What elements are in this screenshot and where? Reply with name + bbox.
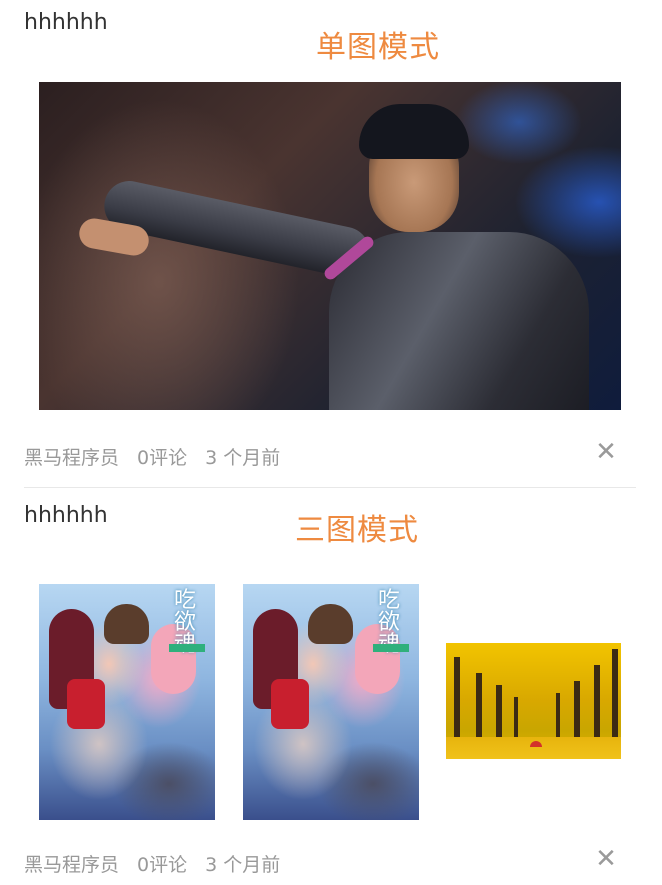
image-detail <box>496 685 502 743</box>
article-title[interactable]: hhhhhh <box>24 503 108 528</box>
article-image-concert[interactable] <box>39 82 621 410</box>
cover-badge <box>373 644 409 652</box>
cover-badge <box>169 644 205 652</box>
article-image-trees[interactable] <box>446 643 621 759</box>
mode-label: 单图模式 <box>316 30 440 65</box>
article-image-anime-2[interactable]: 吃欲魂 <box>243 584 419 820</box>
article-meta: 黑马程序员 0评论 3 个月前 <box>24 443 298 470</box>
image-detail <box>67 679 105 729</box>
mode-label: 三图模式 <box>295 513 419 548</box>
close-icon[interactable]: ✕ <box>594 846 618 872</box>
publish-time: 3 个月前 <box>205 447 281 469</box>
image-detail <box>612 649 618 743</box>
image-detail <box>556 693 560 743</box>
image-detail <box>476 673 482 743</box>
image-detail <box>594 665 600 743</box>
image-detail <box>271 679 309 729</box>
article-item-single[interactable]: hhhhhh 单图模式 黑马程序员 0评论 3 个月前 ✕ <box>0 0 662 488</box>
image-detail <box>359 104 469 159</box>
close-icon[interactable]: ✕ <box>594 439 618 465</box>
image-detail <box>308 604 353 644</box>
author-name: 黑马程序员 <box>24 447 120 469</box>
image-detail <box>574 681 580 743</box>
comment-count: 0评论 <box>137 447 188 469</box>
article-title[interactable]: hhhhhh <box>24 10 108 35</box>
image-detail <box>329 232 589 410</box>
image-detail <box>104 604 149 644</box>
divider <box>24 487 636 488</box>
article-list: hhhhhh 单图模式 黑马程序员 0评论 3 个月前 ✕ hhhhhh 三图模… <box>0 0 662 885</box>
image-detail <box>530 741 542 747</box>
image-detail <box>454 657 460 743</box>
article-image-anime-1[interactable]: 吃欲魂 <box>39 584 215 820</box>
